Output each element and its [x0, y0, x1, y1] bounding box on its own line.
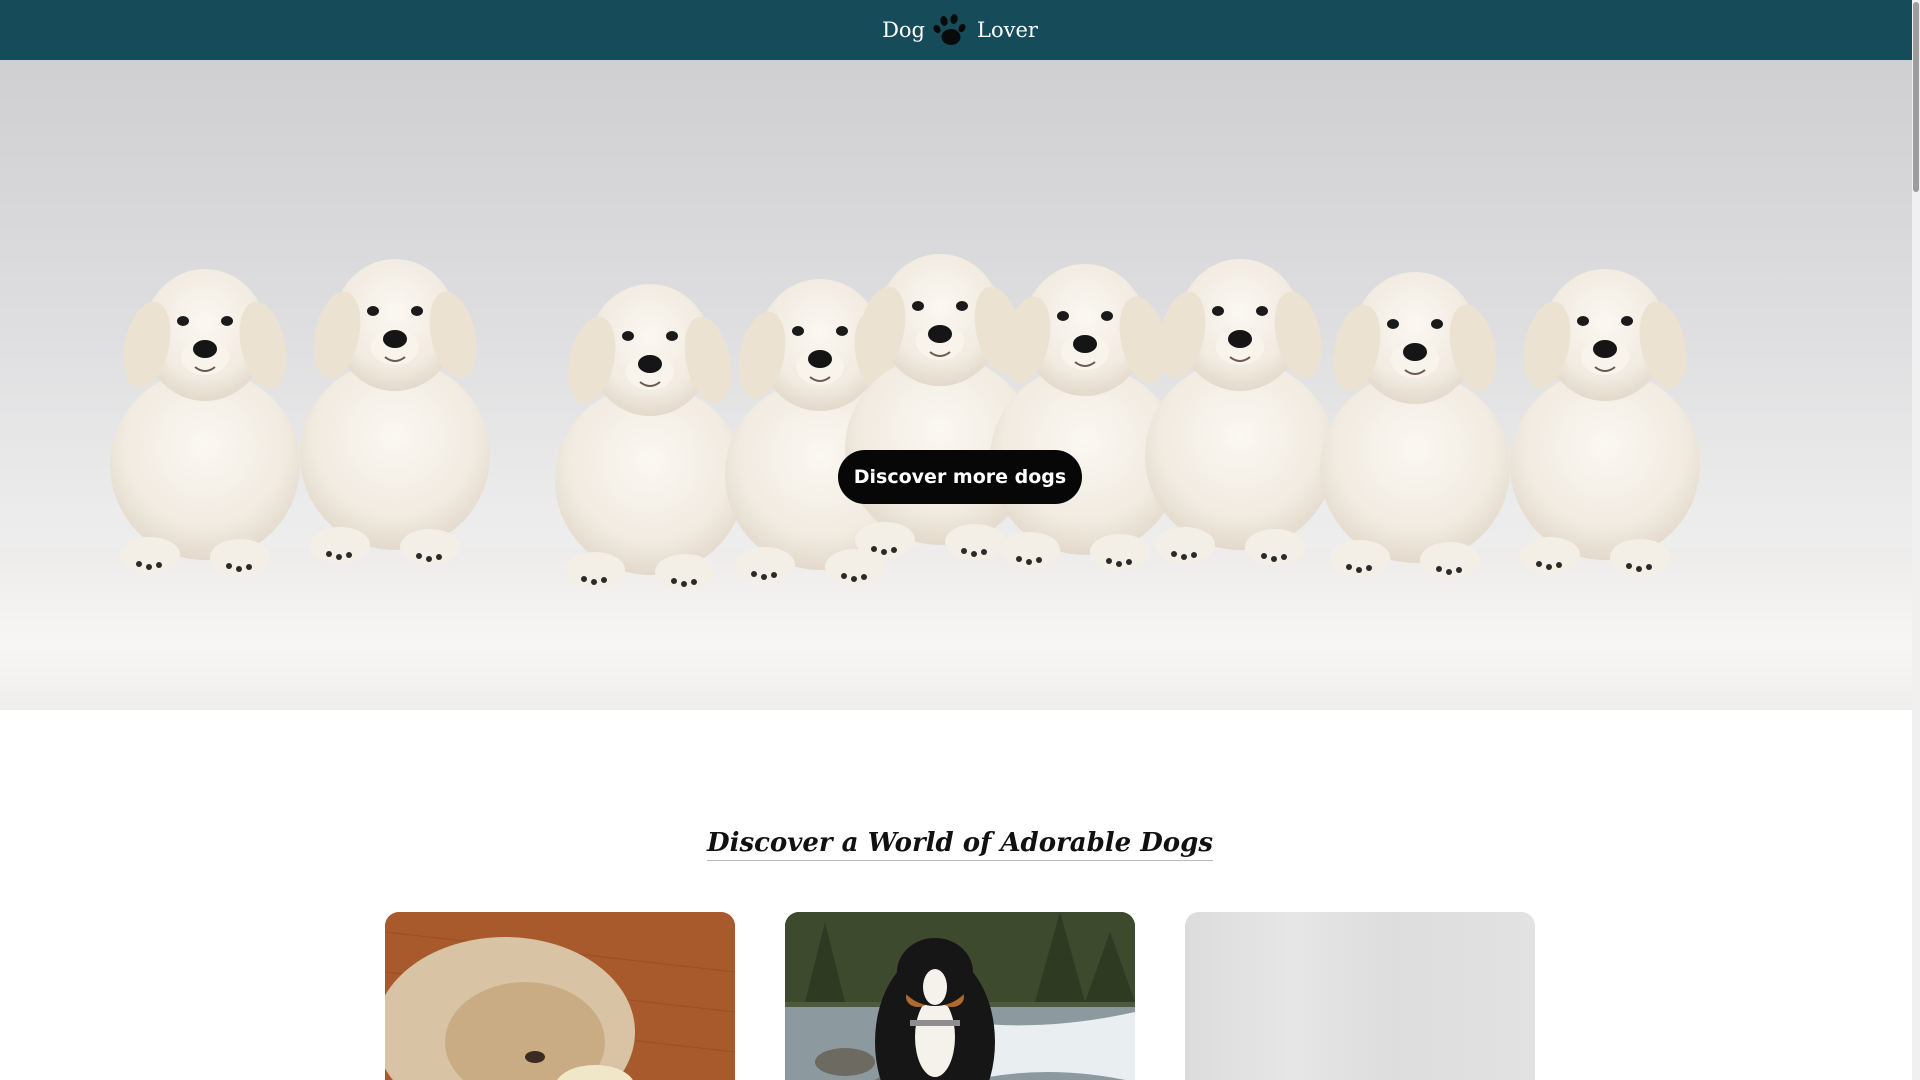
mountain-dog-photo	[785, 912, 1135, 1080]
dog-card-2[interactable]	[785, 912, 1135, 1080]
paw-icon	[933, 14, 966, 45]
discover-more-dogs-button[interactable]: Discover more dogs	[838, 450, 1082, 504]
page-scrollbar[interactable]	[1912, 0, 1920, 1080]
dog-card-3-placeholder[interactable]	[1185, 912, 1535, 1080]
hero-banner: Discover more dogs	[0, 60, 1920, 710]
fluffy-dog-photo	[385, 912, 735, 1080]
brand-logo[interactable]: Dog Lover	[882, 10, 1038, 50]
scrollbar-thumb[interactable]	[1913, 2, 1919, 192]
brand-word-dog: Dog	[882, 18, 925, 42]
section-title: Discover a World of Adorable Dogs	[0, 828, 1920, 861]
top-navigation-bar: Dog Lover	[0, 0, 1920, 60]
dog-card-1[interactable]	[385, 912, 735, 1080]
puppies-hero-image	[109, 253, 1701, 591]
section-title-text: Discover a World of Adorable Dogs	[707, 828, 1213, 861]
brand-word-lover: Lover	[977, 18, 1038, 42]
